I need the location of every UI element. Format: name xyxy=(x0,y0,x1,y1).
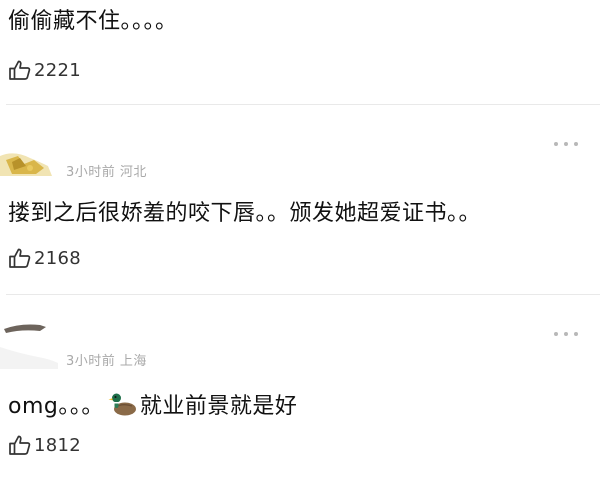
divider xyxy=(6,104,600,105)
comment-text: 偷偷藏不住。。。。 xyxy=(8,9,178,34)
comment-text-end: 就业前景就是好 xyxy=(139,394,298,419)
like-count: 2168 xyxy=(34,247,82,269)
thumbs-up-icon xyxy=(9,60,31,80)
avatar[interactable] xyxy=(0,148,52,176)
like-button[interactable]: 1812 xyxy=(8,432,81,458)
comment-text: 搂到之后很娇羞的咬下唇。。颁发她超爱证书。。 xyxy=(8,201,482,226)
like-button[interactable]: 2221 xyxy=(8,57,81,83)
like-button[interactable]: 2168 xyxy=(8,245,81,271)
comment-meta: 3小时前 上海 xyxy=(66,354,147,369)
avatar[interactable] xyxy=(0,313,60,369)
comment-text: omg。。。 就业前景就是好 xyxy=(8,391,297,422)
comment-text-start: omg。。。 xyxy=(8,394,104,419)
more-options-button[interactable] xyxy=(554,139,578,149)
comment-meta: 3小时前 河北 xyxy=(66,165,147,180)
like-count: 2221 xyxy=(34,59,82,81)
duck-emoji-icon xyxy=(108,391,138,417)
thumbs-up-icon xyxy=(9,435,31,455)
more-options-button[interactable] xyxy=(554,329,578,339)
like-count: 1812 xyxy=(34,434,82,456)
comment-item-3: 3小时前 上海 omg。。。 就业前景就是好 1812 xyxy=(0,295,600,487)
comment-item-1: 偷偷藏不住。。。。 2221 xyxy=(0,0,600,106)
comment-item-2: 3小时前 河北 搂到之后很娇羞的咬下唇。。颁发她超爱证书。。 2168 xyxy=(0,106,600,295)
thumbs-up-icon xyxy=(9,248,31,268)
